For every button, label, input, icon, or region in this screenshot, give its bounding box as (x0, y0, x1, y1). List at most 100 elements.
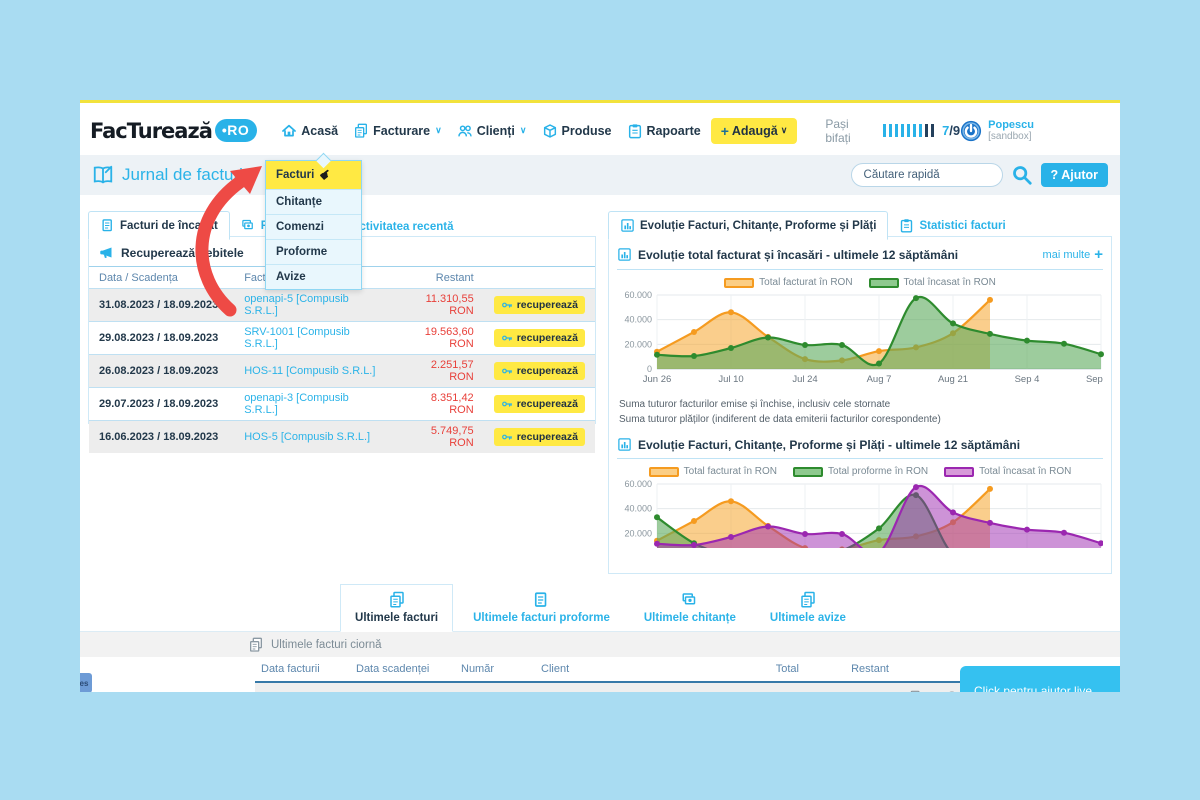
tab-ultimele-avize[interactable]: Ultimele avize (756, 585, 860, 631)
col-restant: Restant (805, 659, 895, 682)
invoice-link[interactable]: HOS-5 [Compusib S.R.L.] (244, 431, 370, 443)
menu-item-label: Facturi (276, 169, 314, 181)
data-point (913, 295, 919, 301)
legend-item: Total încasat în RON (869, 277, 996, 288)
chart-tab-icon (620, 218, 635, 233)
invoice-link[interactable]: openapi-3 [Compusib S.R.L.] (244, 392, 349, 416)
tab-facturi-de-incasat[interactable]: Facturi de încasat (88, 211, 230, 240)
add-button[interactable]: + Adaugă ∨ (711, 118, 798, 144)
nav-item-rapoarte[interactable]: Rapoarte (627, 123, 701, 139)
recover-button[interactable]: recuperează (494, 329, 585, 347)
more-link[interactable]: mai multe+ (1043, 246, 1103, 263)
app-logo[interactable]: FacTurează •RO (90, 119, 257, 143)
recover-label: recuperează (517, 398, 578, 410)
data-point (1061, 530, 1067, 536)
logo-badge: •RO (215, 119, 257, 142)
search-icon[interactable] (1011, 164, 1033, 186)
col-data-scadentei: Data scadenței (350, 659, 455, 682)
nav-item-produse[interactable]: Produse (542, 123, 612, 139)
bottom-tabs: Ultimele facturi Ultimele facturi profor… (80, 581, 1120, 632)
tab-ultimele-chitante[interactable]: Ultimele chitanțe (630, 585, 750, 631)
legend-swatch (793, 467, 823, 477)
col-data-facturii: Data facturii (255, 659, 350, 682)
receipts-stack-icon (681, 591, 699, 609)
tab-evolutie[interactable]: Evoluție Facturi, Chitanțe, Proforme și … (608, 211, 888, 240)
data-point (876, 525, 882, 531)
chevron-down-icon: ∨ (781, 125, 788, 136)
menu-item-label: Comenzi (276, 221, 324, 233)
data-point (913, 484, 919, 490)
x-tick-label: Sep 18 (1086, 374, 1105, 385)
recent-invoices-table: Data facturii Data scadenței Număr Clien… (255, 659, 985, 692)
edit-note-icon[interactable] (909, 689, 923, 692)
menu-item-comenzi[interactable]: Comenzi (266, 215, 361, 240)
menu-item-facturi[interactable]: Facturi ☛ (266, 161, 361, 190)
tab-ultimele-facturi-proforme[interactable]: Ultimele facturi proforme (459, 585, 624, 631)
page-title-text: Jurnal de facturi (122, 165, 243, 185)
nav-item-acasa[interactable]: Acasă (281, 123, 338, 139)
key-icon (501, 431, 513, 443)
data-point (839, 342, 845, 348)
tab-label: Ultimele avize (770, 612, 846, 624)
col-data-scadenta: Data / Scadența (89, 267, 234, 289)
menu-item-proforme[interactable]: Proforme (266, 240, 361, 265)
menu-item-chitante[interactable]: Chitanțe (266, 190, 361, 215)
data-point (987, 486, 993, 492)
chart-section-title: Evoluție Facturi, Chitanțe, Proforme și … (638, 438, 1020, 452)
user-menu[interactable]: Popescu [sandbox] (960, 119, 1106, 142)
chart-caption: Suma tuturor plăților (indiferent de dat… (619, 413, 1101, 428)
recover-button[interactable]: recuperează (494, 395, 585, 413)
table-row: 29.07.2023 / 18.09.2023 openapi-3 [Compu… (89, 388, 595, 421)
menu-item-label: Chitanțe (276, 196, 322, 208)
invoice-link[interactable]: openapi-5 [Compusib S.R.L.] (244, 293, 349, 317)
cell-restant: 0,00 RON (805, 682, 895, 692)
tab-label: Activitatea recentă (351, 221, 453, 233)
recover-button[interactable]: recuperează (494, 362, 585, 380)
products-icon (542, 123, 558, 139)
recover-label: recuperează (517, 431, 578, 443)
nav-item-facturare[interactable]: Facturare ∨ (353, 123, 442, 139)
cell-date: 23.08.2023 (255, 682, 350, 692)
tab-label: Statistici facturi (919, 220, 1005, 232)
tab-ultimele-facturi[interactable]: Ultimele facturi (340, 584, 453, 632)
draft-docs-icon (248, 637, 264, 653)
draft-bar-label: Ultimele facturi ciornă (271, 639, 382, 651)
key-icon (501, 398, 513, 410)
data-point (876, 348, 882, 354)
email-icon[interactable]: @ (945, 689, 958, 693)
data-point (765, 335, 771, 341)
delete-icon[interactable]: × (930, 689, 938, 693)
help-button[interactable]: ? Ajutor (1041, 163, 1108, 187)
col-numar: Număr (455, 659, 535, 682)
invoice-link[interactable]: HOS-11 [Compusib S.R.L.] (244, 365, 375, 377)
invoice-number-link[interactable]: HOS-7 (455, 682, 535, 692)
menu-item-avize[interactable]: Avize (266, 265, 361, 289)
search-input[interactable] (851, 163, 1003, 187)
payments-tab-icon (241, 218, 256, 233)
legend-label: Total facturat în RON (759, 277, 852, 288)
cell-due-date: 18.09.2023 (350, 682, 455, 692)
draft-invoices-bar[interactable]: Ultimele facturi ciornă (80, 632, 1120, 657)
legend-label: Total încasat în RON (904, 277, 996, 288)
steps-label: Pași bifați (825, 117, 875, 145)
col-total: Total (685, 659, 805, 682)
recover-label: recuperează (517, 299, 578, 311)
client-link[interactable]: Compusib S.R.L. (535, 682, 685, 692)
chart-icon (617, 437, 632, 452)
nav-item-clienti[interactable]: Clienți ∨ (457, 123, 527, 139)
data-point (728, 309, 734, 315)
data-point (728, 534, 734, 540)
recover-button[interactable]: recuperează (494, 296, 585, 314)
tab-statistici-facturi[interactable]: Statistici facturi (888, 212, 1016, 239)
x-tick-label: Jul 24 (792, 374, 817, 385)
live-help-button[interactable]: Click pentru ajutor live (960, 666, 1120, 692)
facturare-dropdown-menu: Facturi ☛ Chitanțe Comenzi Proforme Aviz… (265, 160, 362, 290)
invoice-link[interactable]: SRV-1001 [Compusib S.R.L.] (244, 326, 350, 350)
data-point (1024, 338, 1030, 344)
clients-icon (457, 123, 473, 139)
data-point (1024, 527, 1030, 533)
recover-button[interactable]: recuperează (494, 428, 585, 446)
user-name: Popescu (988, 119, 1034, 131)
side-widget-partial[interactable]: es (80, 673, 92, 692)
x-tick-label: Sep 4 (1015, 374, 1040, 385)
